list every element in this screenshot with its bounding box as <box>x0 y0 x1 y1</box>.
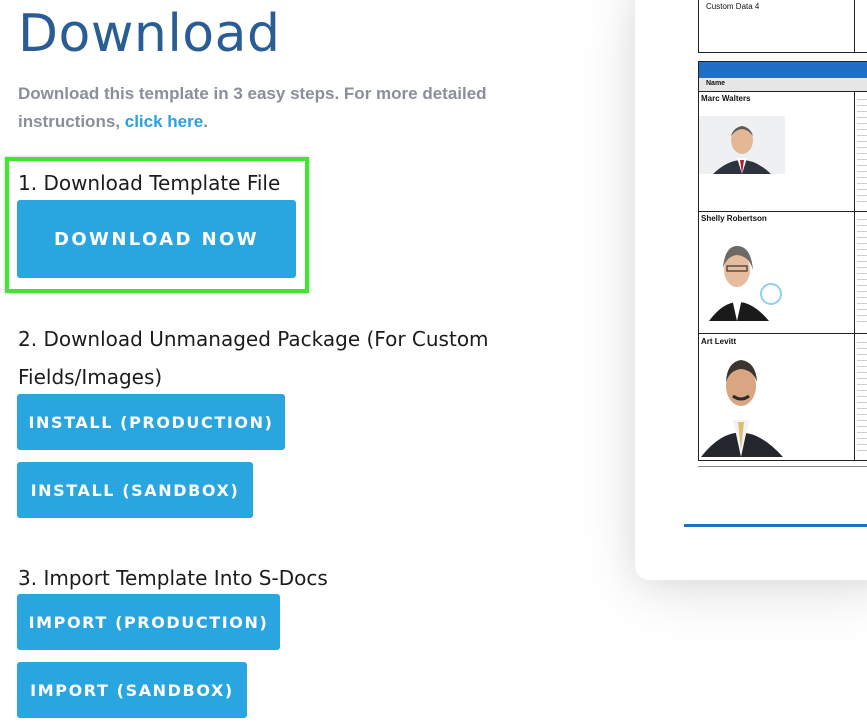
preview-footer-line <box>684 524 867 527</box>
preview-border <box>698 466 867 467</box>
install-sandbox-button[interactable]: INSTALL (SANDBOX) <box>17 462 253 518</box>
download-now-button[interactable]: DOWNLOAD NOW <box>17 200 296 278</box>
preview-person-name: Marc Walters <box>701 94 751 103</box>
preview-border <box>698 52 867 53</box>
step2-label-line2: Fields/Images) <box>18 365 163 389</box>
step1-label: 1. Download Template File <box>18 171 281 195</box>
import-sandbox-button[interactable]: IMPORT (SANDBOX) <box>17 662 247 718</box>
preview-border <box>854 91 855 461</box>
preview-text-lines <box>857 94 867 204</box>
person-photo <box>699 228 785 321</box>
preview-person-name: Art Levitt <box>701 337 737 346</box>
preview-text-lines <box>857 337 867 453</box>
preview-column-name: Name <box>706 80 726 87</box>
intro-end: . <box>203 112 208 131</box>
click-here-link[interactable]: click here <box>125 112 203 131</box>
preview-border <box>698 333 867 334</box>
preview-table-header-bar <box>698 61 867 79</box>
intro-body: Download this template in 3 easy steps. … <box>18 84 487 131</box>
person-photo <box>699 116 785 174</box>
preview-person-name: Shelly Robertson <box>701 214 767 223</box>
preview-border <box>698 211 867 212</box>
preview-border <box>698 460 867 461</box>
step2-label-line1: 2. Download Unmanaged Package (For Custo… <box>18 327 489 351</box>
install-production-button[interactable]: INSTALL (PRODUCTION) <box>17 394 285 450</box>
step3-label: 3. Import Template Into S-Docs <box>18 566 328 590</box>
intro-text: Download this template in 3 easy steps. … <box>18 80 518 136</box>
preview-text-lines <box>857 214 867 326</box>
preview-border <box>698 0 699 52</box>
page-title: Download <box>18 4 281 64</box>
preview-custom-data: Custom Data 4 <box>706 2 760 11</box>
preview-border <box>854 0 855 52</box>
person-photo <box>699 346 785 457</box>
import-production-button[interactable]: IMPORT (PRODUCTION) <box>17 594 280 650</box>
